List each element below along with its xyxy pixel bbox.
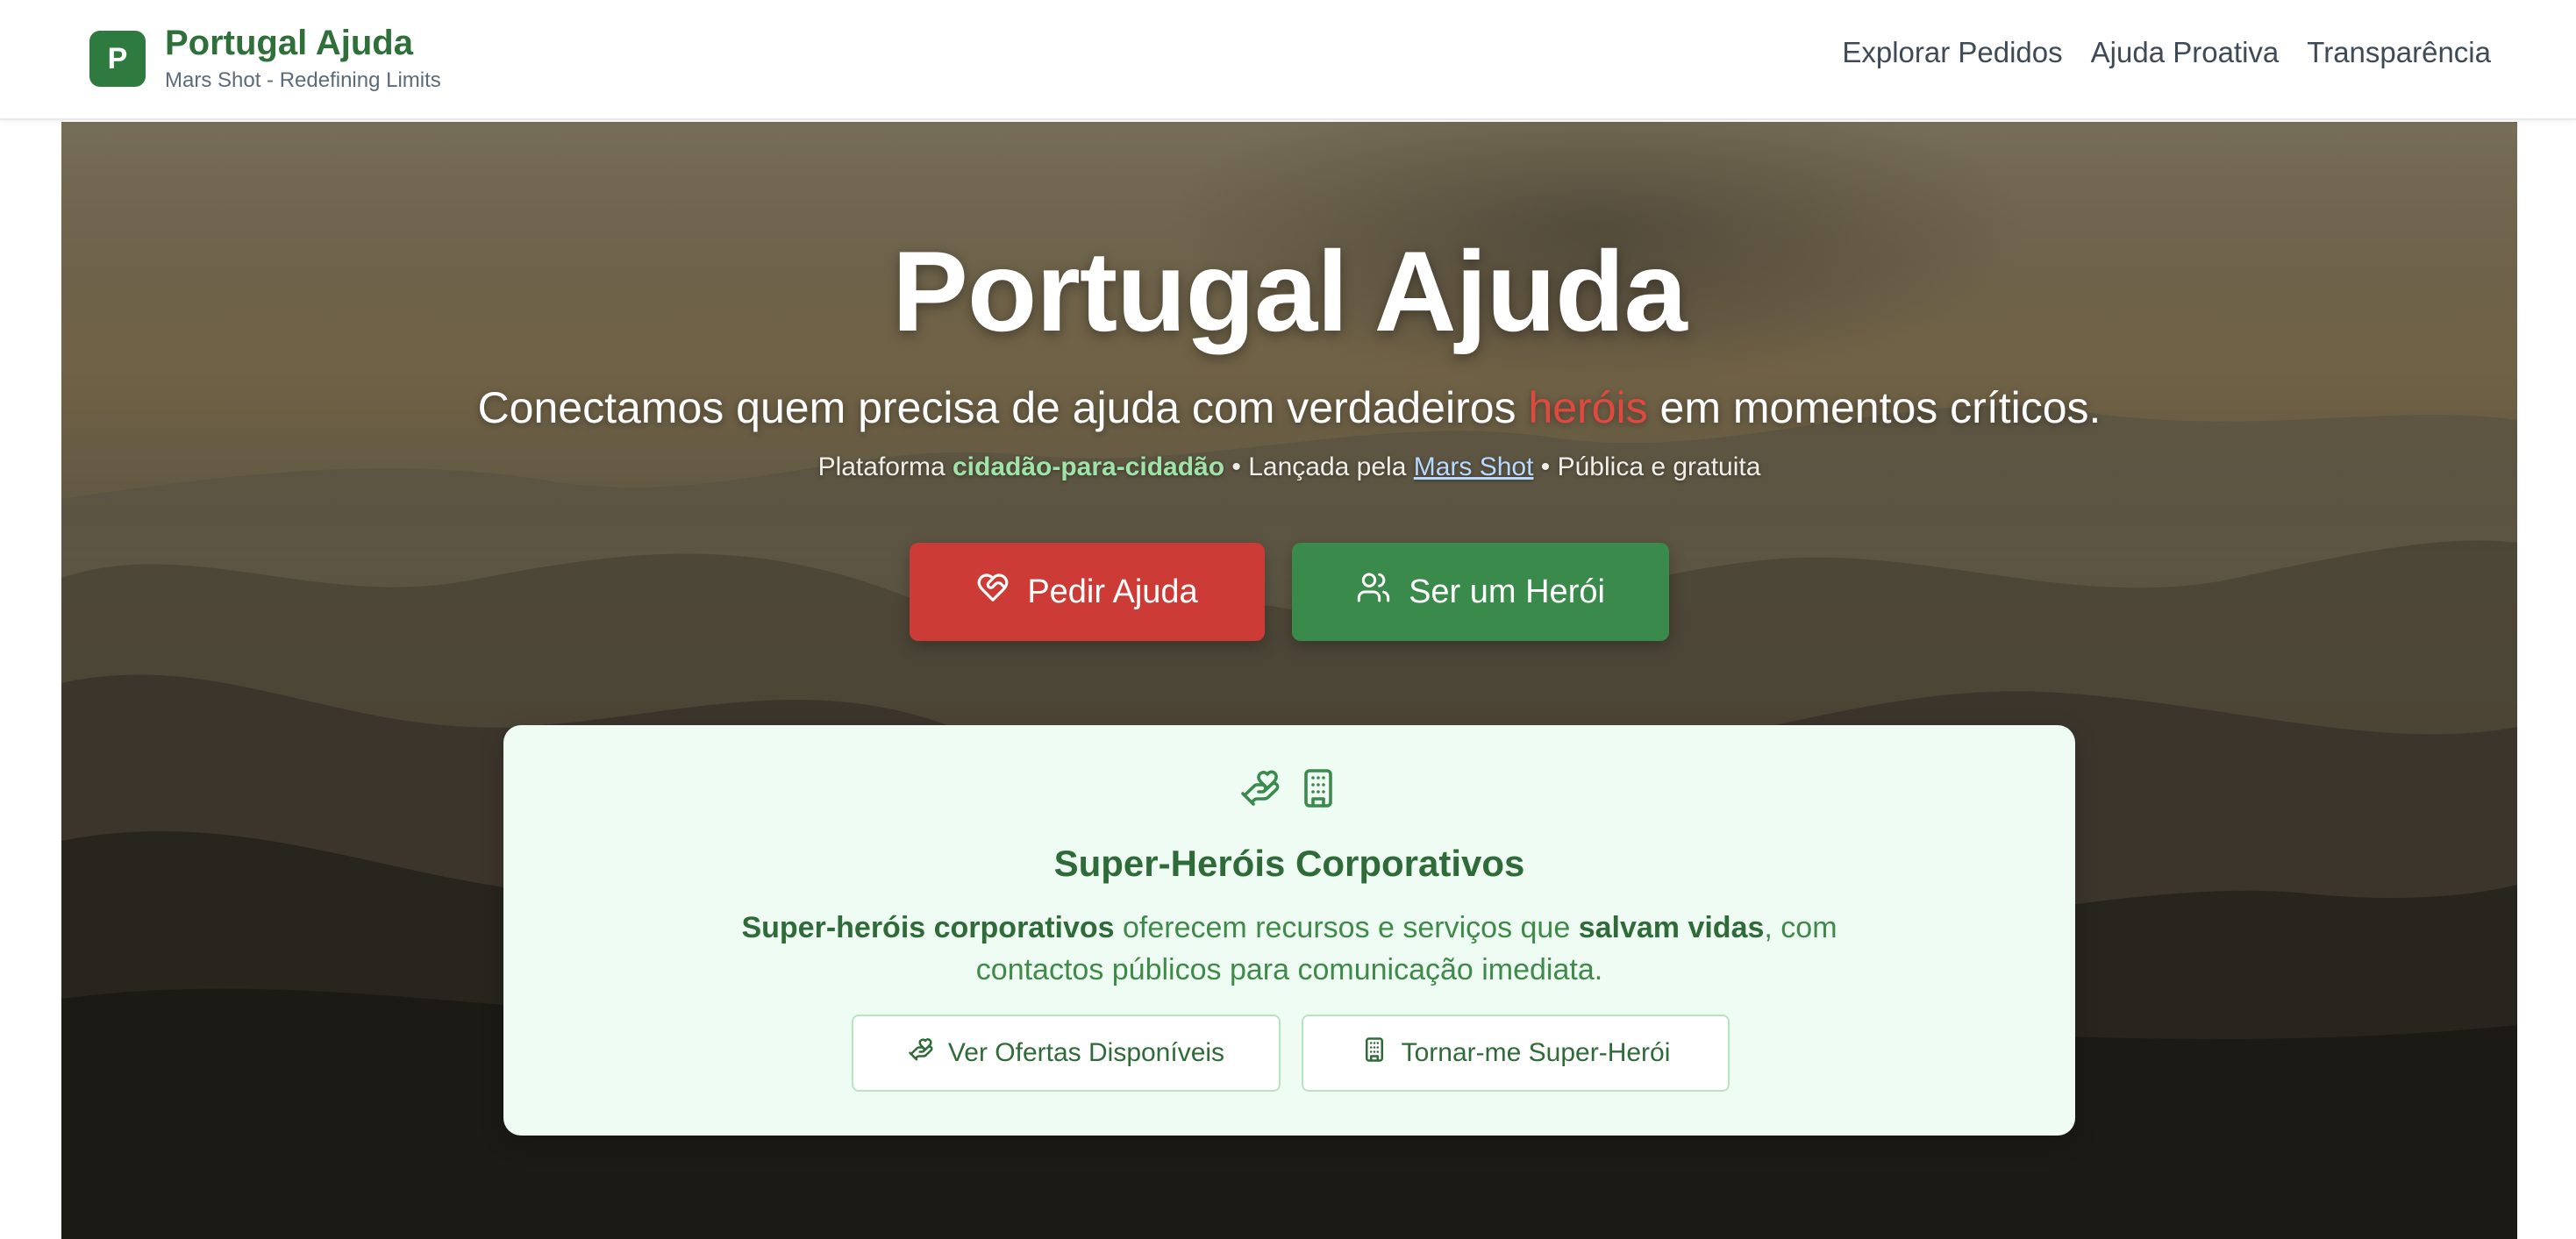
building-icon (1297, 767, 1339, 814)
hero-meta-suffix: • Pública e gratuita (1533, 452, 1761, 481)
hero-meta: Plataforma cidadão-para-cidadão • Lançad… (61, 452, 2517, 482)
card-title: Super-Heróis Corporativos (1053, 843, 1525, 884)
hero-title: Portugal Ajuda (892, 227, 1688, 355)
hero-subtitle-end: em momentos críticos. (1647, 383, 2101, 432)
card-icons (503, 767, 2075, 814)
become-superhero-label: Tornar-me Super-Herói (1401, 1038, 1671, 1067)
brand-text: Portugal Ajuda Mars Shot - Redefining Li… (165, 25, 441, 93)
hero-subtitle-start: Conectamos quem precisa de ajuda com ver… (477, 383, 1529, 432)
hero-meta-middle: • Lançada pela (1224, 452, 1414, 481)
hero-subtitle: Conectamos quem precisa de ajuda com ver… (61, 382, 2517, 433)
become-hero-label: Ser um Herói (1409, 573, 1605, 610)
card-description: Super-heróis corporativos oferecem recur… (696, 907, 1882, 991)
nav-link-ajuda-proativa[interactable]: Ajuda Proativa (2091, 33, 2280, 72)
hero-section: Portugal Ajuda Conectamos quem precisa d… (61, 122, 2517, 1239)
hand-coins-icon (908, 1036, 934, 1070)
view-offers-button[interactable]: Ver Ofertas Disponíveis (852, 1015, 1281, 1092)
nav-link-explorar-pedidos[interactable]: Explorar Pedidos (1842, 33, 2062, 72)
view-offers-label: Ver Ofertas Disponíveis (947, 1038, 1225, 1067)
logo-badge: P (89, 31, 146, 87)
hero-meta-prefix: Plataforma (817, 452, 953, 481)
main-nav: Explorar Pedidos Ajuda Proativa Transpar… (1842, 33, 2491, 72)
card-desc-bold-1: Super-heróis corporativos (741, 911, 1115, 944)
hero-meta-highlight: cidadão-para-cidadão (952, 452, 1225, 481)
corporate-heroes-card: Super-Heróis Corporativos Super-heróis c… (503, 725, 2075, 1136)
brand[interactable]: P Portugal Ajuda Mars Shot - Redefining … (89, 25, 441, 93)
building-icon (1361, 1036, 1388, 1070)
heart-handshake-icon (976, 571, 1010, 613)
card-desc-text-1: oferecem recursos e serviços que (1114, 911, 1579, 944)
request-help-button[interactable]: Pedir Ajuda (910, 543, 1265, 641)
brand-title: Portugal Ajuda (165, 24, 413, 62)
card-desc-bold-2: salvam vidas (1578, 911, 1765, 944)
hand-coins-icon (1239, 767, 1281, 814)
hero-subtitle-highlight: heróis (1528, 383, 1648, 432)
mars-shot-link[interactable]: Mars Shot (1414, 452, 1534, 481)
become-superhero-button[interactable]: Tornar-me Super-Herói (1302, 1015, 1730, 1092)
brand-subtitle: Mars Shot - Redefining Limits (165, 68, 441, 92)
users-icon (1356, 570, 1391, 614)
logo-letter: P (107, 41, 128, 75)
nav-link-transparencia[interactable]: Transparência (2307, 33, 2491, 72)
request-help-label: Pedir Ajuda (1027, 573, 1198, 610)
become-hero-button[interactable]: Ser um Herói (1292, 543, 1669, 641)
top-navbar: P Portugal Ajuda Mars Shot - Redefining … (0, 0, 2576, 120)
